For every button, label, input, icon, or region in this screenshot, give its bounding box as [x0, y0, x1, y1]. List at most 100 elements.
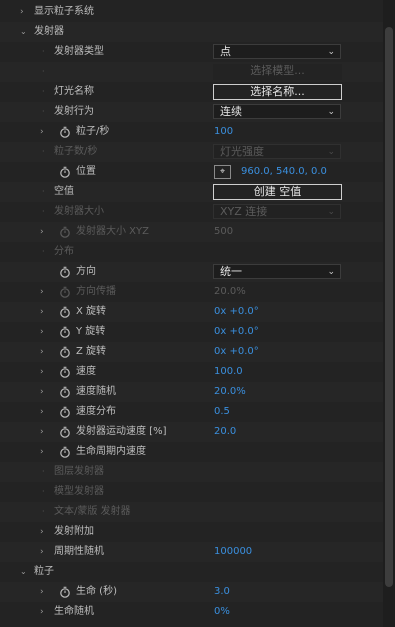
bullet-icon: ·: [42, 207, 45, 216]
stopwatch-icon[interactable]: [59, 286, 71, 298]
property-label: 模型发射器: [54, 486, 104, 497]
chevron-right-icon[interactable]: ›: [40, 322, 44, 342]
chevron-down-icon: ⌄: [327, 207, 335, 217]
bullet-icon: ·: [42, 67, 45, 76]
chevron-down-icon: ⌄: [327, 267, 335, 277]
chevron-right-icon[interactable]: ›: [40, 422, 44, 442]
chevron-down-icon[interactable]: ⌄: [20, 22, 27, 42]
stopwatch-icon[interactable]: [59, 406, 71, 418]
property-row: ⌄ 粒子: [0, 562, 383, 582]
property-row: › 显示粒子系统: [0, 2, 383, 22]
property-label: 位置: [76, 166, 96, 177]
chevron-right-icon[interactable]: ›: [40, 382, 44, 402]
dropdown-select[interactable]: 点 ⌄: [213, 44, 341, 59]
dropdown-value: 统一: [220, 265, 242, 278]
crosshair-icon[interactable]: ⌖: [214, 165, 231, 179]
numeric-value[interactable]: 20.0: [214, 422, 236, 442]
chevron-right-icon[interactable]: ›: [40, 302, 44, 322]
numeric-value[interactable]: 20.0%: [214, 382, 246, 402]
property-label: 文本/蒙版 发射器: [54, 506, 131, 517]
property-row: · 选择模型...: [0, 62, 383, 82]
chevron-right-icon[interactable]: ›: [40, 122, 44, 142]
numeric-value[interactable]: 0x +0.0°: [214, 322, 259, 342]
property-label: 粒子数/秒: [54, 146, 98, 157]
property-label: 粒子: [34, 566, 54, 577]
scrollbar-thumb[interactable]: [385, 27, 393, 587]
bullet-icon: ·: [42, 507, 45, 516]
numeric-value[interactable]: 3.0: [214, 582, 230, 602]
property-row: › 生命随机 0%: [0, 602, 383, 622]
property-label: 生命周期内速度: [76, 446, 146, 457]
position-value[interactable]: 960.0, 540.0, 0.0: [241, 162, 327, 182]
chevron-right-icon[interactable]: ›: [40, 602, 44, 622]
stopwatch-icon[interactable]: [59, 426, 71, 438]
dropdown-select[interactable]: 统一 ⌄: [213, 264, 341, 279]
stopwatch-icon[interactable]: [59, 266, 71, 278]
bullet-icon: ·: [42, 47, 45, 56]
chevron-down-icon[interactable]: ⌄: [20, 562, 27, 582]
numeric-value[interactable]: 100.0: [214, 362, 243, 382]
bullet-icon: ·: [42, 467, 45, 476]
property-label: 生命随机: [54, 606, 94, 617]
chevron-right-icon[interactable]: ›: [40, 222, 44, 242]
stopwatch-icon[interactable]: [59, 446, 71, 458]
stopwatch-icon[interactable]: [59, 346, 71, 358]
property-row: ⌄ 发射器: [0, 22, 383, 42]
vertical-scrollbar[interactable]: [383, 0, 395, 627]
property-row: · 粒子数/秒 灯光强度 ⌄: [0, 142, 383, 162]
property-row: › Z 旋转 0x +0.0°: [0, 342, 383, 362]
property-row: · 图层发射器: [0, 462, 383, 482]
chevron-right-icon[interactable]: ›: [40, 522, 44, 542]
chevron-right-icon[interactable]: ›: [40, 442, 44, 462]
property-row: › 方向传播 20.0%: [0, 282, 383, 302]
bullet-icon: ·: [42, 487, 45, 496]
property-row: › 发射附加: [0, 522, 383, 542]
property-row: · 发射器大小 XYZ 连接 ⌄: [0, 202, 383, 222]
stopwatch-icon[interactable]: [59, 366, 71, 378]
numeric-value: 500: [214, 226, 234, 237]
dropdown-value: XYZ 连接: [220, 205, 268, 218]
chevron-right-icon[interactable]: ›: [40, 402, 44, 422]
bullet-icon: ·: [42, 147, 45, 156]
chevron-right-icon[interactable]: ›: [40, 362, 44, 382]
action-button[interactable]: 选择名称...: [213, 84, 342, 100]
stopwatch-icon[interactable]: [59, 386, 71, 398]
property-row: › 速度随机 20.0%: [0, 382, 383, 402]
property-label: 生命 (秒): [76, 586, 117, 597]
numeric-value[interactable]: 0x +0.0°: [214, 342, 259, 362]
stopwatch-icon[interactable]: [59, 126, 71, 138]
property-label: 速度分布: [76, 406, 116, 417]
property-row: › X 旋转 0x +0.0°: [0, 302, 383, 322]
property-label: 发射附加: [54, 526, 94, 537]
chevron-right-icon[interactable]: ›: [20, 2, 24, 22]
property-label: 分布: [54, 246, 74, 257]
property-label: 图层发射器: [54, 466, 104, 477]
property-label: 周期性随机: [54, 546, 104, 557]
action-button[interactable]: 创建 空值: [213, 184, 342, 200]
numeric-value: 20.0%: [214, 286, 246, 297]
stopwatch-icon[interactable]: [59, 306, 71, 318]
numeric-value[interactable]: 0.5: [214, 402, 230, 422]
chevron-right-icon[interactable]: ›: [40, 542, 44, 562]
chevron-right-icon[interactable]: ›: [40, 582, 44, 602]
property-row: › 发射器运动速度 [%] 20.0: [0, 422, 383, 442]
property-row: › 发射器大小 XYZ 500: [0, 222, 383, 242]
stopwatch-icon[interactable]: [59, 226, 71, 238]
chevron-right-icon[interactable]: ›: [40, 342, 44, 362]
property-label: 灯光名称: [54, 86, 94, 97]
stopwatch-icon[interactable]: [59, 166, 71, 178]
stopwatch-icon[interactable]: [59, 586, 71, 598]
property-row: · 发射行为 连续 ⌄: [0, 102, 383, 122]
numeric-value[interactable]: 100000: [214, 542, 252, 562]
chevron-right-icon[interactable]: ›: [40, 282, 44, 302]
numeric-value[interactable]: 100: [214, 122, 233, 142]
bullet-icon: ·: [42, 87, 45, 96]
property-label: 发射器大小: [54, 206, 104, 217]
stopwatch-icon[interactable]: [59, 326, 71, 338]
property-label: 发射器大小 XYZ: [76, 226, 149, 237]
dropdown-select[interactable]: 连续 ⌄: [213, 104, 341, 119]
property-label: 速度: [76, 366, 96, 377]
numeric-value[interactable]: 0%: [214, 602, 230, 622]
numeric-value[interactable]: 0x +0.0°: [214, 302, 259, 322]
property-row: › 速度 100.0: [0, 362, 383, 382]
